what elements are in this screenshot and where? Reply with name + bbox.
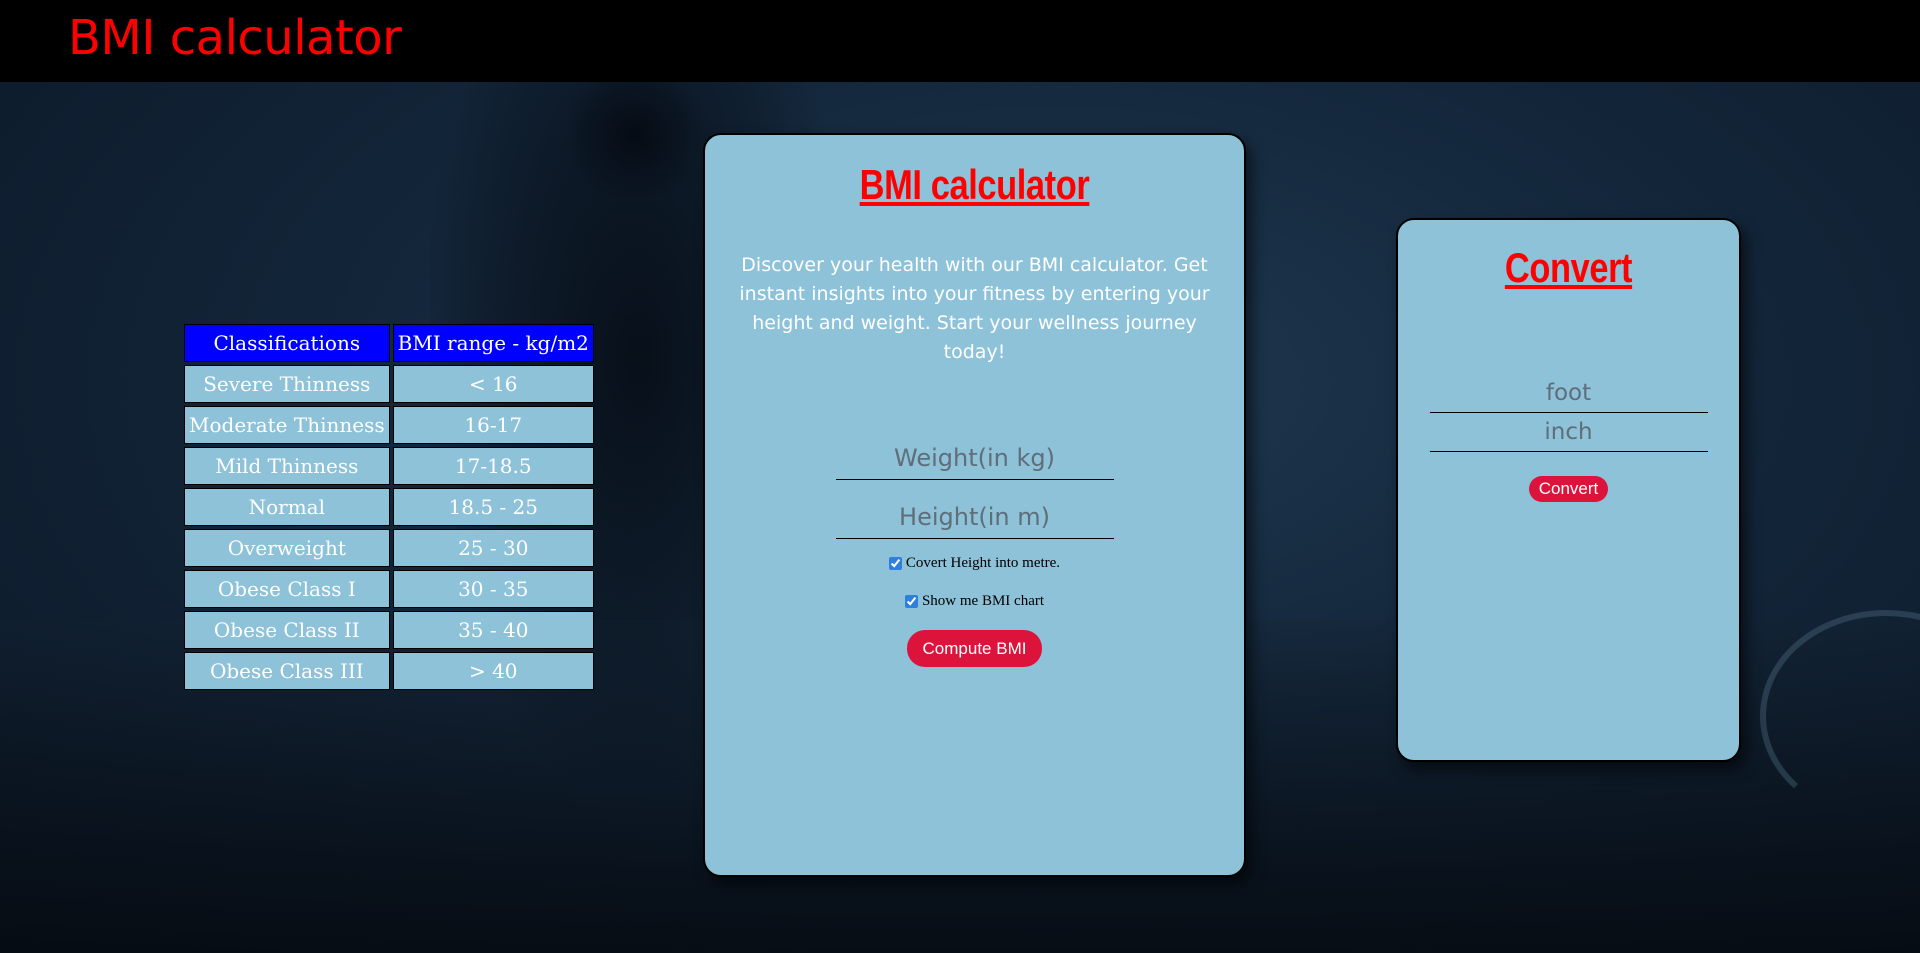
classification-cell: Mild Thinness — [184, 447, 390, 485]
column-header-bmi-range: BMI range - kg/m2 — [392, 324, 594, 362]
bmi-range-cell: < 16 — [392, 365, 594, 403]
show-chart-checkbox[interactable] — [904, 595, 918, 608]
calculator-intro-text: Discover your health with our BMI calcul… — [739, 254, 1210, 363]
bmi-classification-table: Classifications BMI range - kg/m2 Severe… — [181, 321, 597, 693]
table-row: Normal 18.5 - 25 — [184, 488, 594, 526]
top-bar: BMI calculator — [0, 0, 1920, 82]
table-row: Obese Class II 35 - 40 — [184, 611, 594, 649]
bmi-range-cell: 35 - 40 — [392, 611, 594, 649]
site-title: BMI calculator — [68, 10, 402, 66]
column-header-classifications: Classifications — [184, 324, 390, 362]
weight-input[interactable] — [835, 437, 1114, 480]
table-row: Obese Class III > 40 — [184, 652, 594, 690]
convert-height-option[interactable]: Covert Height into metre. — [705, 555, 1244, 572]
classification-cell: Obese Class II — [184, 611, 390, 649]
table-header-row: Classifications BMI range - kg/m2 — [184, 324, 594, 362]
classification-cell: Normal — [184, 488, 390, 526]
classification-cell: Moderate Thinness — [184, 406, 390, 444]
show-chart-label: Show me BMI chart — [921, 593, 1045, 609]
calculator-heading: BMI calculator — [859, 161, 1090, 208]
table-row: Overweight 25 - 30 — [184, 529, 594, 567]
convert-button[interactable]: Convert — [1528, 476, 1609, 502]
classification-cell: Severe Thinness — [184, 365, 390, 403]
convert-height-checkbox[interactable] — [888, 557, 902, 570]
bmi-calculator-card: BMI calculator Discover your health with… — [703, 133, 1246, 877]
table-body: Severe Thinness < 16 Moderate Thinness 16-1… — [184, 365, 594, 690]
convert-card: Convert Convert — [1396, 218, 1741, 762]
table-row: Severe Thinness < 16 — [184, 365, 594, 403]
convert-height-label: Covert Height into metre. — [905, 555, 1061, 571]
table-row: Obese Class I 30 - 35 — [184, 570, 594, 608]
bmi-range-cell: 18.5 - 25 — [392, 488, 594, 526]
bmi-range-cell: 30 - 35 — [392, 570, 594, 608]
bmi-range-cell: 16-17 — [392, 406, 594, 444]
table-row: Moderate Thinness 16-17 — [184, 406, 594, 444]
show-chart-option[interactable]: Show me BMI chart — [705, 593, 1244, 610]
convert-heading: Convert — [1504, 244, 1633, 291]
compute-bmi-button[interactable]: Compute BMI — [906, 630, 1043, 667]
height-input[interactable] — [835, 496, 1114, 539]
classification-cell: Obese Class I — [184, 570, 390, 608]
classification-cell: Overweight — [184, 529, 390, 567]
table-row: Mild Thinness 17-18.5 — [184, 447, 594, 485]
bmi-range-cell: > 40 — [392, 652, 594, 690]
background-runner-head — [560, 70, 710, 200]
foot-input[interactable] — [1429, 374, 1708, 413]
bmi-range-cell: 17-18.5 — [392, 447, 594, 485]
classification-cell: Obese Class III — [184, 652, 390, 690]
bmi-range-cell: 25 - 30 — [392, 529, 594, 567]
inch-input[interactable] — [1429, 413, 1708, 452]
